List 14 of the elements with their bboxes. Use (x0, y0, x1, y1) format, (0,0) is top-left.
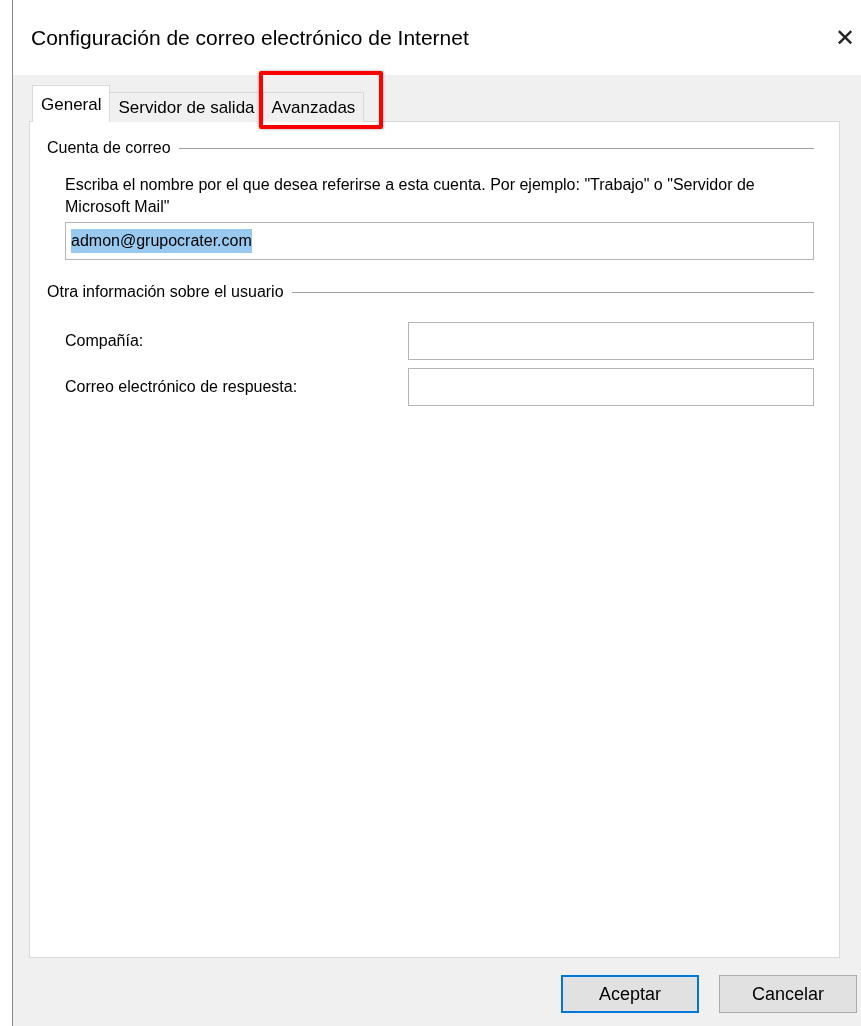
close-button[interactable]: ✕ (831, 25, 859, 50)
dialog-button[interactable]: Cancelar (719, 975, 857, 1013)
input-field[interactable] (408, 368, 814, 406)
tab[interactable]: Avanzadas (262, 92, 365, 122)
window-title: Configuración de correo electrónico de Internet (31, 24, 470, 51)
description-text: Escriba el nombre por el que desea referirse a esta cuenta. Por ejemplo: "Trabajo" o "Servidor de Microsoft Mail" (65, 175, 756, 217)
input-field[interactable] (408, 322, 814, 360)
field-label: Correo electrónico de respuesta: (65, 377, 298, 397)
tab[interactable]: General (32, 85, 111, 122)
input-field[interactable]: admon@grupocrater.com (65, 222, 814, 260)
group-heading: Cuenta de correo (47, 138, 171, 158)
dialog-button[interactable]: Aceptar (561, 975, 699, 1013)
group-heading: Otra información sobre el usuario (47, 282, 284, 302)
field-label: Compañía: (65, 331, 144, 351)
